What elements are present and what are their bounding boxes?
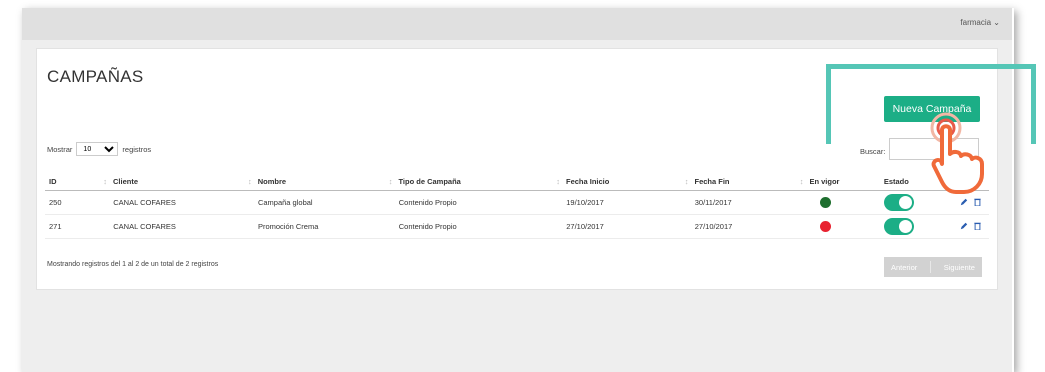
column-header-id[interactable]: ID xyxy=(45,172,100,191)
sort-icon: ↕ xyxy=(684,176,689,186)
cell-estado xyxy=(879,214,956,239)
cell-tipo: Contenido Propio xyxy=(384,214,553,239)
cell-id: 250 xyxy=(45,190,100,215)
cell-fecha-fin: 30/11/2017 xyxy=(680,190,796,215)
cell-nombre: Promoción Crema xyxy=(243,214,385,239)
page-title: CAMPAÑAS xyxy=(47,67,144,86)
table-row: 250 CANAL COFARES Campaña global Conteni… xyxy=(45,190,989,215)
cell-cliente: CANAL COFARES xyxy=(99,214,244,239)
sort-icon: ↕ xyxy=(556,176,560,186)
column-header-fecha-inicio[interactable]: ↕ Fecha Inicio xyxy=(552,172,681,191)
campaigns-panel: CAMPAÑAS Nueva Campaña Mostrar 10 regist… xyxy=(36,48,998,290)
column-header-nombre[interactable]: ↕ Nombre xyxy=(243,172,385,191)
toggle-knob xyxy=(898,220,912,233)
status-dot xyxy=(819,197,831,208)
status-dot xyxy=(819,221,831,232)
table-row: 271 CANAL COFARES Promoción Crema Conten… xyxy=(45,214,989,239)
pagination: Anterior Siguiente xyxy=(884,257,982,277)
column-header-fecha-fin[interactable]: ↕ Fecha Fin xyxy=(680,172,796,191)
cell-actions xyxy=(955,214,989,239)
campaigns-table: ID ↕ Cliente ↕ Nombre ↕ Tipo de Campaña ↕ Fe… xyxy=(45,172,989,239)
cell-id: 271 xyxy=(45,214,100,239)
top-bar: farmacia ⌄ xyxy=(22,8,1012,40)
show-label: Mostrar xyxy=(47,144,73,154)
page-size-select[interactable]: 10 xyxy=(76,142,119,156)
cell-en-vigor xyxy=(795,190,880,215)
records-label: registros xyxy=(122,144,152,154)
pencil-icon[interactable] xyxy=(960,222,968,232)
sort-icon: ↕ xyxy=(247,176,252,186)
cell-nombre: Campaña global xyxy=(243,190,385,215)
column-header-tipo[interactable]: ↕ Tipo de Campaña xyxy=(384,172,553,191)
table-header-row: ID ↕ Cliente ↕ Nombre ↕ Tipo de Campaña ↕ Fe… xyxy=(45,172,989,191)
next-page-button[interactable]: Siguiente xyxy=(944,263,975,272)
toggle-knob xyxy=(898,196,912,209)
estado-toggle[interactable] xyxy=(883,218,914,235)
column-header-cliente[interactable]: ↕ Cliente xyxy=(99,172,244,191)
table-info: Mostrando registros del 1 al 2 de un tot… xyxy=(47,261,219,268)
search-label: Buscar: xyxy=(860,147,886,156)
cell-tipo: Contenido Propio xyxy=(384,190,553,215)
previous-page-button[interactable]: Anterior xyxy=(891,263,917,272)
pager-divider xyxy=(929,261,931,273)
estado-toggle[interactable] xyxy=(883,194,914,211)
sort-icon: ↕ xyxy=(388,176,393,186)
sort-icon: ↕ xyxy=(799,176,804,186)
cell-cliente: CANAL COFARES xyxy=(99,190,244,215)
cell-fecha-inicio: 19/10/2017 xyxy=(552,190,681,215)
cell-fecha-inicio: 27/10/2017 xyxy=(552,214,681,239)
page-length-control: Mostrar 10 registros xyxy=(47,142,151,156)
column-header-en-vigor[interactable]: ↕ En vigor xyxy=(795,172,880,191)
sort-icon: ↕ xyxy=(103,176,107,186)
app-window: farmacia ⌄ CAMPAÑAS Nueva Campaña Mostra… xyxy=(22,8,1012,372)
cell-fecha-fin: 27/10/2017 xyxy=(680,214,796,239)
hand-pointer-icon xyxy=(922,108,1002,201)
cell-en-vigor xyxy=(795,214,880,239)
user-menu[interactable]: farmacia ⌄ xyxy=(960,18,1000,27)
trash-icon[interactable] xyxy=(974,222,981,232)
